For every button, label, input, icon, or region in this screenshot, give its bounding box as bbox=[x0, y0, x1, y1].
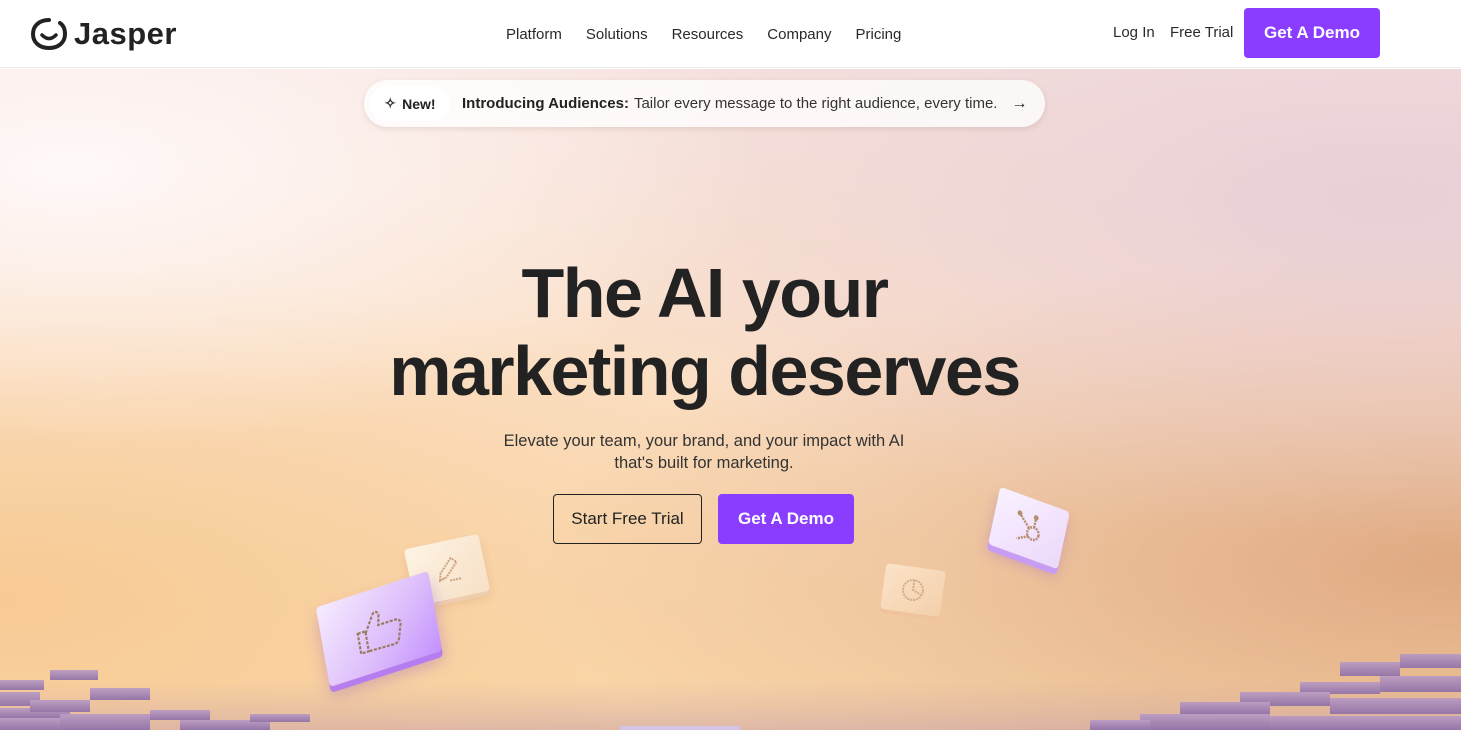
new-badge-label: New! bbox=[402, 95, 436, 112]
get-demo-button-header[interactable]: Get A Demo bbox=[1244, 8, 1380, 58]
new-badge: ✧ New! bbox=[370, 86, 450, 121]
hero-headline: The AI your marketing deserves bbox=[0, 254, 1409, 410]
headline-line-2: marketing deserves bbox=[389, 332, 1021, 410]
subtext-line-1: Elevate your team, your brand, and your … bbox=[503, 432, 905, 450]
sparkle-icon: ✧ bbox=[384, 95, 397, 111]
logo-text: Jasper bbox=[74, 16, 177, 51]
nav-item-company[interactable]: Company bbox=[767, 26, 831, 43]
hero-subtext: Elevate your team, your brand, and your … bbox=[480, 430, 928, 474]
nav-item-solutions[interactable]: Solutions bbox=[586, 26, 648, 43]
jasper-face-icon bbox=[30, 18, 68, 51]
subtext-line-2: that's built for marketing. bbox=[614, 454, 794, 472]
nav-item-platform[interactable]: Platform bbox=[506, 26, 562, 43]
main-nav: Platform Solutions Resources Company Pri… bbox=[506, 0, 901, 68]
announcement-title: Introducing Audiences: bbox=[462, 95, 629, 112]
login-link[interactable]: Log In bbox=[1113, 24, 1155, 41]
arrow-right-icon: → bbox=[1011, 94, 1028, 112]
pie-chart-icon bbox=[902, 579, 925, 601]
announcement-text: Tailor every message to the right audien… bbox=[633, 95, 998, 112]
hero-section: ✧ New! Introducing Audiences: Tailor eve… bbox=[0, 69, 1461, 730]
get-demo-button-hero[interactable]: Get A Demo bbox=[718, 494, 854, 544]
hubspot-tile bbox=[988, 486, 1070, 570]
free-trial-link[interactable]: Free Trial bbox=[1170, 24, 1233, 41]
nav-item-resources[interactable]: Resources bbox=[672, 26, 744, 43]
block-landscape bbox=[0, 654, 1461, 730]
nav-item-pricing[interactable]: Pricing bbox=[855, 26, 901, 43]
headline-line-1: The AI your bbox=[521, 254, 889, 332]
jasper-logo[interactable]: Jasper bbox=[30, 14, 177, 54]
site-header: Jasper Platform Solutions Resources Comp… bbox=[0, 0, 1461, 68]
start-free-trial-button[interactable]: Start Free Trial bbox=[553, 494, 702, 544]
announcement-banner[interactable]: ✧ New! Introducing Audiences: Tailor eve… bbox=[364, 80, 1045, 127]
pencil-icon bbox=[438, 556, 463, 583]
hubspot-icon bbox=[1016, 510, 1040, 542]
pie-chart-tile bbox=[880, 563, 946, 617]
